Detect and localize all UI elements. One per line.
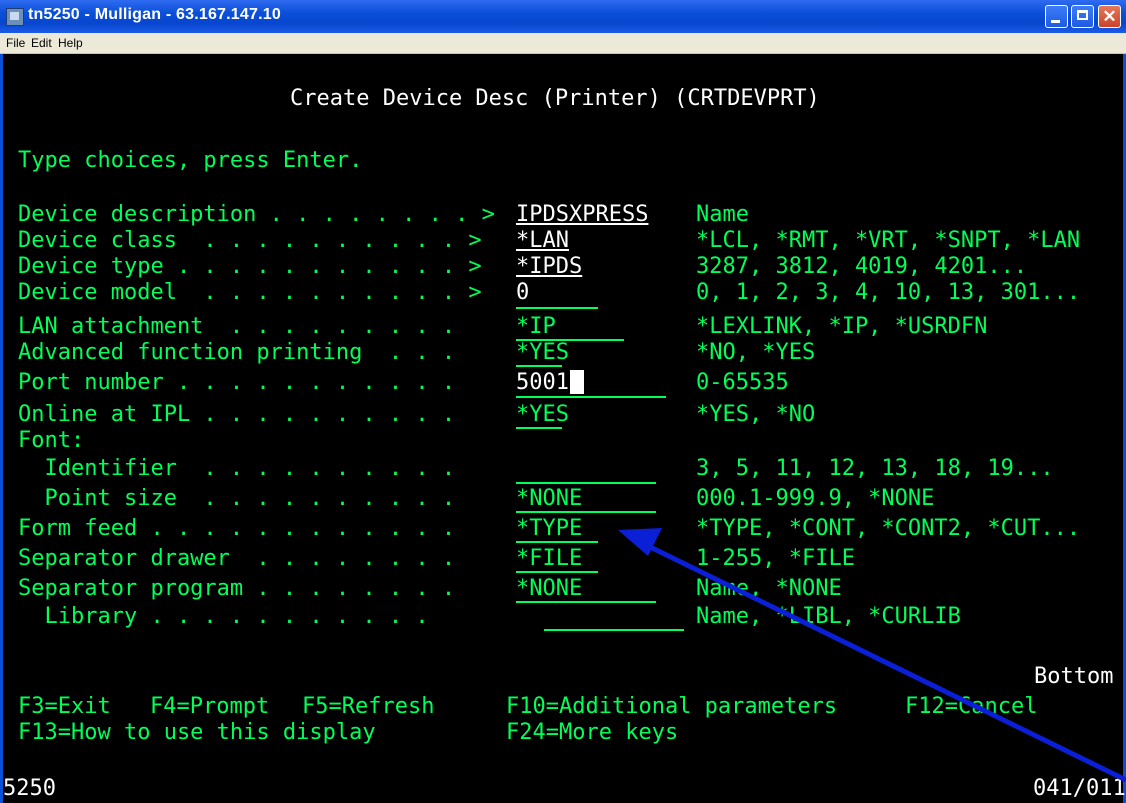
annotation-arrow [618,528,1126,783]
arrow-shaft [638,539,1126,783]
